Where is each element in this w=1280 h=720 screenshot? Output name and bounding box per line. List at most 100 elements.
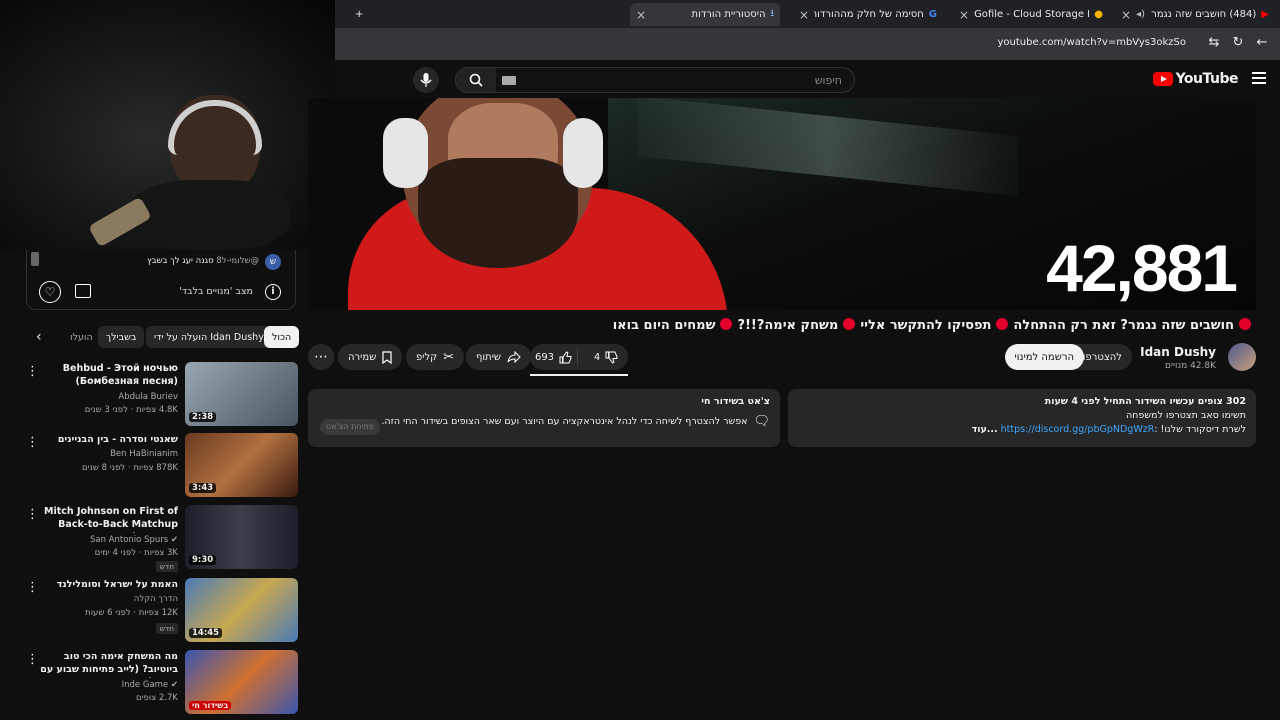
description-stats: 302 צופים עכשיו השידור התחיל לפני 4 שעות [1044,396,1246,407]
description-box[interactable]: 302 צופים עכשיו השידור התחיל לפני 4 שעות… [788,389,1256,447]
share-label: שיתוף [476,351,502,363]
recommendation-item[interactable]: בשידור חי מה המשחק אימה הכי טוב ביוטיוב?… [26,650,298,716]
chip-all[interactable]: הכול [264,326,300,348]
voice-search-button[interactable] [413,67,439,93]
money-icon[interactable] [75,284,91,298]
chip-for-you[interactable]: בשבילך [98,326,145,348]
scrollbar[interactable] [31,252,39,266]
close-icon[interactable]: × [959,8,969,22]
recommendation-channel[interactable]: San Antonio Spurs ✔ [90,535,178,545]
chat-bubble-icon: 🗨 [753,414,770,429]
browser-tab-downloads[interactable]: × היסטוריית הורדות ⭳ [630,3,780,26]
like-progress-bar [530,374,628,376]
recommendation-channel[interactable]: Ben HaBinianim [110,449,178,459]
chip-uploaded-by[interactable]: הועלה על ידי Idan Dushy [146,326,272,348]
filter-chips: ‹ הועלו בשבילך הועלה על ידי Idan Dushy ה… [26,326,300,348]
viewer-count-overlay: 42,881 [1046,231,1238,305]
more-vert-icon[interactable]: ⋮ [26,364,39,379]
video-thumbnail[interactable]: 14:45 [185,578,298,642]
microphone-prop [88,196,152,248]
recommendation-channel[interactable]: Inde Game ✔ [122,680,178,690]
video-thumbnail[interactable]: 9:30 [185,505,298,569]
recommendation-channel[interactable]: Abdula Buriev [118,392,178,402]
more-vert-icon[interactable]: ⋮ [26,435,39,450]
download-icon: ⭳ [770,8,775,19]
user-avatar: ש [265,254,281,270]
like-dislike-group: 693 4 [530,344,628,370]
more-vert-icon[interactable]: ⋮ [26,507,39,522]
chat-text: סגנה יעג לך בשבץ [146,256,214,266]
info-icon[interactable]: i [265,284,281,300]
headphones-icon [383,118,428,188]
tab-label: חסימה של חלק מההורדות על [814,9,924,20]
clip-button[interactable]: קליפ ✂ [406,344,465,370]
dislike-button[interactable]: 4 [584,351,628,364]
recommendation-title[interactable]: שאנטי וסדרה - בין הבניינים [38,433,178,446]
tab-label: (484) חושבים שזה נגמר [1151,9,1257,20]
show-more-button[interactable]: ...עוד [972,424,998,435]
channel-name[interactable]: Idan Dushy [1140,345,1216,359]
recommendation-title[interactable]: Mitch Johnson on First of Back-to-Back M… [38,505,178,533]
gofile-icon: ● [1094,9,1103,20]
red-circle-icon [1239,318,1251,330]
search-box: חיפוש [455,67,855,93]
red-circle-icon [843,318,856,330]
subscribe-button[interactable]: הרשמה למינוי [1004,344,1084,370]
channel-avatar[interactable] [1228,343,1256,371]
microphone-icon [420,73,432,87]
thumbs-down-icon [605,351,618,364]
like-count: 693 [534,351,555,363]
browser-url-bar: youtube.com/watch?v=mbVys3okzSo ⇆ ↻ ← [335,28,1280,60]
youtube-icon: ▶ [1261,9,1269,20]
recommendation-item[interactable]: 14:45 האמת על ישראל וסומלילנד הדרך הקלה … [26,578,298,644]
url-text[interactable]: youtube.com/watch?v=mbVys3okzSo [998,37,1186,48]
browser-tab-google[interactable]: × חסימה של חלק מההורדות על G [793,3,943,26]
more-vert-icon[interactable]: ⋮ [26,652,39,667]
webcam-person-body [130,180,290,250]
browser-tab-youtube[interactable]: × ◂) (484) חושבים שזה נגמר ▶ [1115,3,1275,26]
reload-icon[interactable]: ↻ [1230,35,1246,51]
recommendation-meta: 4.8K צפיות · לפני 3 שנים [84,405,178,415]
recommendation-item[interactable]: 3:43 שאנטי וסדרה - בין הבניינים Ben HaBi… [26,433,298,499]
open-chat-button[interactable]: פתיחת הצ'אט [320,419,380,435]
save-label: שמירה [348,351,377,363]
like-button[interactable]: 693 [530,349,578,365]
close-icon[interactable]: × [636,8,646,22]
discord-link[interactable]: https://discord.gg/pbGpNDgWzR [1001,424,1155,435]
chip-uploads[interactable]: הועלו [62,326,101,348]
video-thumbnail[interactable]: 3:43 [185,433,298,497]
recommendation-title[interactable]: מה המשחק אימה הכי טוב ביוטיוב? (לייב פתי… [38,650,178,678]
video-thumbnail[interactable]: 2:38 [185,362,298,426]
share-button[interactable]: שיתוף [466,344,532,370]
close-icon[interactable]: × [1121,8,1131,22]
keyboard-icon[interactable] [502,76,516,85]
chevron-left-icon[interactable]: ‹ [36,329,42,345]
youtube-logo[interactable]: YouTube [1152,71,1239,87]
duration-badge: 2:38 [189,412,217,422]
more-actions-button[interactable]: ⋯ [308,344,334,370]
chat-preview-card: ש @שלומי-ל8 סגנה יעג לך בשבץ i מצב 'מנוי… [26,250,296,310]
video-thumbnail[interactable]: בשידור חי [185,650,298,714]
more-vert-icon[interactable]: ⋮ [26,580,39,595]
recommendation-title[interactable]: Behbud - Этой ночью (Бомбезная песня) [38,362,178,388]
recommendation-title[interactable]: האמת על ישראל וסומלילנד [38,578,178,591]
tune-icon[interactable]: ⇆ [1206,35,1222,51]
speaker-icon: ◂) [1136,9,1145,20]
video-player[interactable]: 42,881 [308,98,1256,310]
heart-icon[interactable]: ♡ [39,281,61,303]
google-icon: G [928,9,937,20]
search-button[interactable] [456,68,496,92]
recommendation-item[interactable]: 2:38 Behbud - Этой ночью (Бомбезная песн… [26,362,298,428]
recommendation-channel[interactable]: הדרך הקלה [134,594,178,604]
menu-icon[interactable] [1252,72,1266,84]
search-input[interactable]: חיפוש [815,74,842,87]
live-badge: בשידור חי [189,701,232,710]
browser-tab-gofile[interactable]: × Gofile - Cloud Storage Made S ● [953,3,1109,26]
back-icon[interactable]: ← [1254,35,1270,51]
close-icon[interactable]: × [799,8,809,22]
channel-action-row: Idan Dushy 42.8K מנויים להצטרפות הרשמה ל… [308,342,1256,376]
save-button[interactable]: שמירה [338,344,403,370]
new-tab-button[interactable]: + [349,3,369,26]
channel-subscribers: 42.8K מנויים [1165,361,1216,371]
recommendation-item[interactable]: 9:30 Mitch Johnson on First of Back-to-B… [26,505,298,572]
